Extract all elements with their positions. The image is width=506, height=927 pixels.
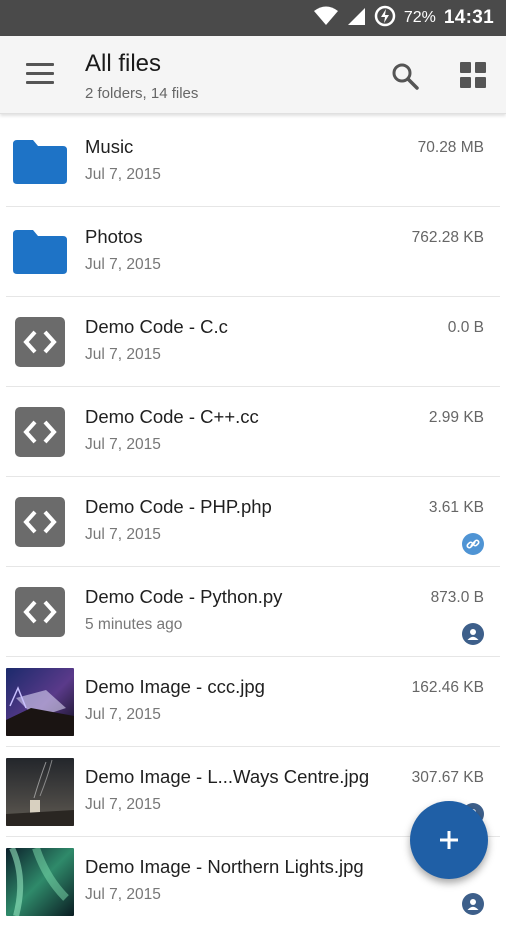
file-size: 3.61 KB xyxy=(428,499,484,516)
clock: 14:31 xyxy=(443,7,494,28)
page-subtitle: 2 folders, 14 files xyxy=(85,85,199,102)
plus-icon xyxy=(440,831,458,849)
add-button[interactable] xyxy=(410,801,488,879)
file-date: Jul 7, 2015 xyxy=(85,256,161,273)
file-name: Demo Image - L...Ways Centre.jpg xyxy=(85,766,370,787)
file-size: 762.28 KB xyxy=(411,229,484,246)
code-icon xyxy=(15,587,65,637)
battery-percentage: 72% xyxy=(403,9,436,26)
folder-icon xyxy=(6,128,74,196)
list-item[interactable]: Demo Code - C.c Jul 7, 2015 0.0 B xyxy=(0,297,506,387)
app-bar: All files 2 folders, 14 files xyxy=(0,36,506,114)
code-file-thumb xyxy=(6,308,74,376)
user-icon[interactable] xyxy=(462,623,484,645)
file-size: 70.28 MB xyxy=(417,139,484,156)
file-date: Jul 7, 2015 xyxy=(85,526,161,543)
code-file-thumb xyxy=(6,578,74,646)
file-name: Demo Code - C.c xyxy=(85,316,228,337)
image-thumbnail xyxy=(6,758,74,826)
folder-icon xyxy=(6,218,74,286)
file-date: 5 minutes ago xyxy=(85,616,183,633)
file-date: Jul 7, 2015 xyxy=(85,886,161,903)
search-icon[interactable] xyxy=(390,61,420,91)
code-file-thumb xyxy=(6,398,74,466)
code-icon xyxy=(15,497,65,547)
list-item[interactable]: Music Jul 7, 2015 70.28 MB xyxy=(0,117,506,207)
grid-view-icon[interactable] xyxy=(460,62,486,88)
file-date: Jul 7, 2015 xyxy=(85,796,161,813)
menu-icon[interactable] xyxy=(26,63,54,85)
page-title: All files xyxy=(85,50,162,77)
file-date: Jul 7, 2015 xyxy=(85,166,161,183)
file-size: 873.0 B xyxy=(430,589,484,606)
status-bar: 72% 14:31 xyxy=(0,0,506,36)
list-item[interactable]: Photos Jul 7, 2015 762.28 KB xyxy=(0,207,506,297)
file-date: Jul 7, 2015 xyxy=(85,706,161,723)
image-thumbnail xyxy=(6,848,74,916)
file-size: 0.0 B xyxy=(447,319,484,336)
image-thumbnail xyxy=(6,668,74,736)
file-name: Demo Image - Northern Lights.jpg xyxy=(85,856,364,877)
image-thumbnail xyxy=(6,758,74,826)
file-size: 307.67 KB xyxy=(411,769,484,786)
file-name: Demo Code - Python.py xyxy=(85,586,283,607)
list-item[interactable]: Demo Code - C++.cc Jul 7, 2015 2.99 KB xyxy=(0,387,506,477)
file-date: Jul 7, 2015 xyxy=(85,346,161,363)
file-name: Demo Code - C++.cc xyxy=(85,406,259,427)
wifi-icon xyxy=(313,6,338,31)
file-name: Demo Code - PHP.php xyxy=(85,496,272,517)
code-icon xyxy=(15,407,65,457)
user-icon[interactable] xyxy=(462,893,484,915)
code-file-thumb xyxy=(6,488,74,556)
code-icon xyxy=(15,317,65,367)
list-item[interactable]: Demo Code - Python.py 5 minutes ago 873.… xyxy=(0,567,506,657)
file-size: 2.99 KB xyxy=(428,409,484,426)
signal-icon xyxy=(346,6,366,31)
image-thumbnail xyxy=(6,668,74,736)
battery-charging-icon xyxy=(374,5,396,32)
file-name: Music xyxy=(85,136,134,157)
file-name: Photos xyxy=(85,226,143,247)
file-name: Demo Image - ccc.jpg xyxy=(85,676,265,697)
link-icon[interactable] xyxy=(462,533,484,555)
list-item[interactable]: Demo Image - ccc.jpg Jul 7, 2015 162.46 … xyxy=(0,657,506,747)
file-size: 162.46 KB xyxy=(411,679,484,696)
image-thumbnail xyxy=(6,848,74,916)
file-date: Jul 7, 2015 xyxy=(85,436,161,453)
list-item[interactable]: Demo Code - PHP.php Jul 7, 2015 3.61 KB xyxy=(0,477,506,567)
